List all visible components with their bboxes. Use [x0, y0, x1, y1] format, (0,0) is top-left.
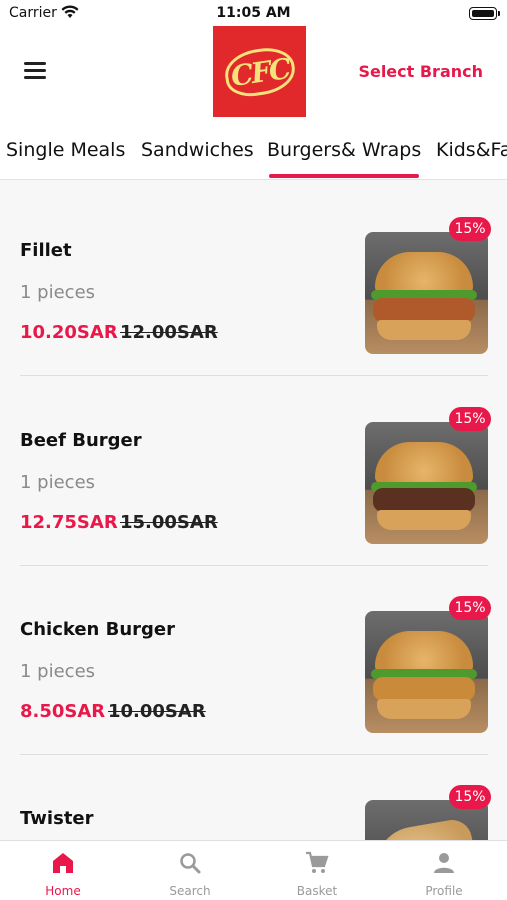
item-name: Chicken Burger [20, 619, 176, 640]
profile-icon [434, 853, 454, 873]
nav-home-label: Home [45, 884, 81, 898]
cart-icon [306, 851, 329, 873]
item-old-price: 12.00SAR [120, 322, 218, 343]
item-image [365, 611, 488, 733]
list-item[interactable]: Chicken Burger 1 pieces 8.50SAR 10.00SAR… [20, 566, 491, 755]
home-icon [53, 853, 73, 873]
hamburger-menu-icon[interactable] [24, 62, 46, 80]
bottom-nav: Home Search Basket Profile [0, 840, 507, 900]
nav-search-label: Search [169, 884, 211, 898]
item-price: 8.50SAR [20, 701, 106, 722]
nav-profile[interactable]: Profile [381, 841, 507, 900]
item-price: 12.75SAR [20, 512, 118, 533]
item-pieces: 1 pieces [20, 282, 96, 303]
tab-sandwiches[interactable]: Sandwiches [141, 139, 254, 161]
status-bar: Carrier 11:05 AM [0, 0, 507, 26]
discount-badge: 15% [449, 785, 491, 809]
list-item[interactable]: Beef Burger 1 pieces 12.75SAR 15.00SAR 1… [20, 377, 491, 566]
logo-mark: CFC [221, 43, 298, 100]
item-pieces: 1 pieces [20, 661, 96, 682]
app-header: CFC Select Branch [0, 26, 507, 124]
nav-search[interactable]: Search [127, 841, 253, 900]
nav-profile-label: Profile [425, 884, 463, 898]
tab-kids-family[interactable]: Kids&Fa [436, 139, 507, 161]
item-name: Twister [20, 808, 94, 829]
item-image [365, 232, 488, 354]
item-pieces: 1 pieces [20, 472, 96, 493]
select-branch-button[interactable]: Select Branch [358, 62, 483, 81]
nav-basket[interactable]: Basket [254, 841, 380, 900]
list-item[interactable]: Twister 15% [20, 755, 491, 840]
item-old-price: 15.00SAR [120, 512, 218, 533]
nav-basket-label: Basket [296, 884, 338, 898]
battery-icon [469, 7, 500, 20]
discount-badge: 15% [449, 596, 491, 620]
discount-badge: 15% [449, 407, 491, 431]
status-time: 11:05 AM [216, 5, 291, 21]
item-name: Fillet [20, 240, 72, 261]
item-old-price: 10.00SAR [108, 701, 206, 722]
item-name: Beef Burger [20, 430, 142, 451]
item-price: 10.20SAR [20, 322, 118, 343]
list-item[interactable]: Fillet 1 pieces 10.20SAR 12.00SAR 15% [20, 187, 491, 376]
product-list: Fillet 1 pieces 10.20SAR 12.00SAR 15% Be… [0, 181, 507, 840]
tab-burgers-wraps[interactable]: Burgers& Wraps [267, 139, 421, 178]
item-image [365, 422, 488, 544]
category-tabs: Single Meals Sandwiches Burgers& Wraps K… [0, 124, 507, 180]
nav-home[interactable]: Home [0, 841, 126, 900]
discount-badge: 15% [449, 217, 491, 241]
tab-single-meals[interactable]: Single Meals [6, 139, 125, 161]
search-icon [180, 853, 201, 874]
brand-logo: CFC [213, 26, 306, 117]
